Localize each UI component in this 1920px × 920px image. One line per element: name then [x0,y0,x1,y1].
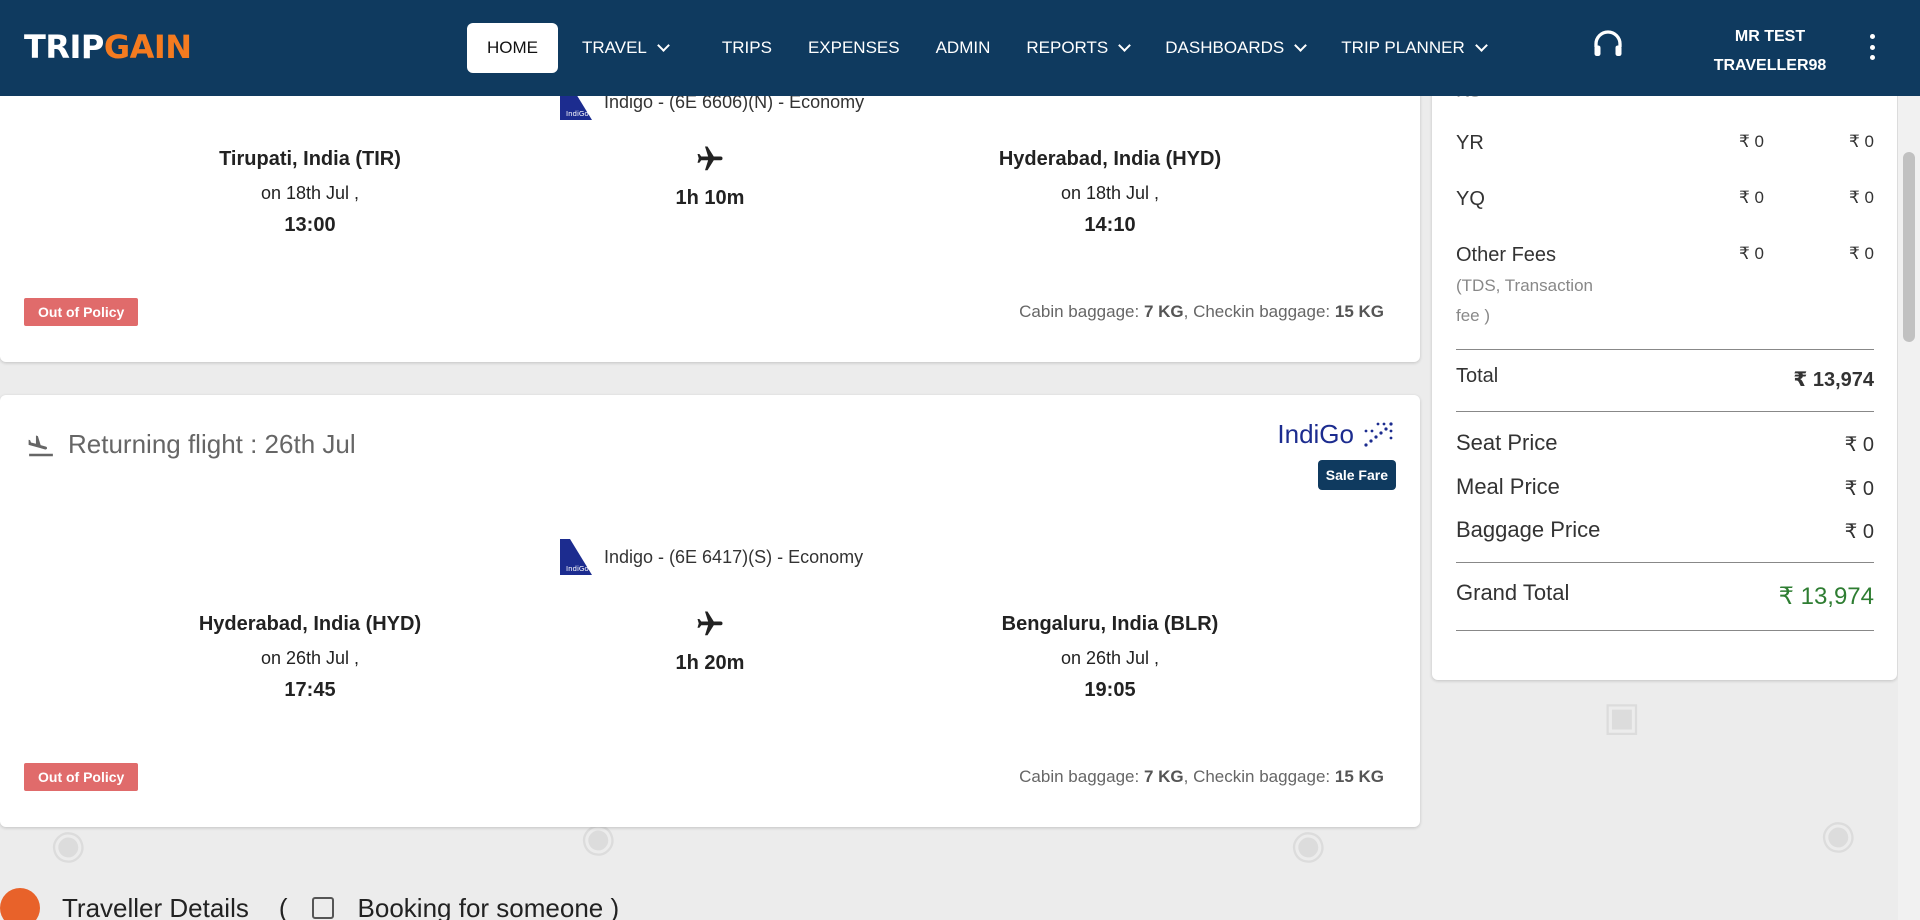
chevron-down-icon [1118,39,1132,52]
chevron-down-icon [1474,39,1488,52]
chevron-down-icon [1294,39,1308,52]
returning-duration: 1h 20m [640,609,780,675]
returning-departure: Hyderabad, India (HYD) on 26th Jul , 17:… [198,613,422,701]
svg-text:IndiGo: IndiGo [566,565,589,573]
onward-flight-card: IndiGo Indigo - (6E 6606)(N) - Economy T… [0,60,1420,362]
airplane-icon [697,611,723,636]
nav-trips[interactable]: TRIPS [704,23,790,73]
nav-travel[interactable]: TRAVEL [564,23,686,73]
indigo-airline-logo: IndiGo [1277,417,1396,451]
flight-land-icon [28,435,53,456]
svg-text:IndiGo: IndiGo [566,110,589,118]
fare-row-yq: YQ ₹ 0 ₹ 0 [1456,188,1874,210]
fare-summary-panel: K3 YR ₹ 0 ₹ 0 YQ ₹ 0 ₹ 0 Other Fees (TDS… [1432,60,1897,680]
chevron-down-icon [657,39,670,52]
fare-row-yr: YR ₹ 0 ₹ 0 [1456,132,1874,154]
tripgain-logo[interactable]: TRIPGAIN [24,28,192,66]
fare-total: Total ₹ 13,974 [1456,365,1874,391]
nav-expenses[interactable]: EXPENSES [790,23,918,73]
fare-seat-price: Seat Price ₹ 0 [1456,430,1874,456]
page-scrollbar[interactable] [1898,96,1920,920]
indigo-tail-icon: IndiGo [560,539,592,575]
indigo-plane-dots-icon [1364,422,1393,447]
fare-baggage-price: Baggage Price ₹ 0 [1456,517,1874,543]
fare-grand-total: Grand Total ₹ 13,974 [1456,580,1874,610]
more-options-icon[interactable] [1864,34,1880,60]
airplane-icon [697,146,723,171]
onward-arrival: Hyderabad, India (HYD) on 18th Jul , 14:… [998,148,1222,236]
out-of-policy-badge: Out of Policy [24,763,139,791]
nav-admin[interactable]: ADMIN [918,23,1009,73]
sale-fare-badge: Sale Fare [1317,460,1396,490]
nav-trip-planner[interactable]: TRIP PLANNER [1323,23,1503,73]
divider [1456,411,1874,412]
out-of-policy-badge: Out of Policy [24,298,139,326]
watermark-camera-icon: ◉ [1814,808,1861,862]
returning-baggage-info: Cabin baggage: 7 KG, Checkin baggage: 15… [1019,767,1384,786]
fare-row-other-fees: Other Fees (TDS, Transaction fee ) ₹ 0 ₹… [1456,244,1874,325]
scrollbar-thumb[interactable] [1903,152,1915,342]
returning-airline-info: IndiGo Indigo - (6E 6417)(S) - Economy [556,537,863,577]
returning-flight-title: Returning flight : 26th Jul [26,429,356,460]
divider [1456,630,1874,631]
headset-support-icon[interactable] [1590,26,1626,62]
nav-reports[interactable]: REPORTS [1008,23,1147,73]
divider [1456,349,1874,350]
main-nav: HOME TRAVEL TRIPS EXPENSES ADMIN REPORTS… [467,23,1504,73]
returning-arrival: Bengaluru, India (BLR) on 26th Jul , 19:… [1001,613,1219,701]
onward-duration: 1h 10m [640,144,780,210]
booking-for-someone-checkbox[interactable] [311,897,334,919]
top-navbar: TRIPGAIN HOME TRAVEL TRIPS EXPENSES ADMI… [0,0,1920,96]
returning-flight-card: Returning flight : 26th Jul IndiGo Sale … [0,395,1420,827]
nav-home[interactable]: HOME [467,23,558,73]
watermark-image-icon: ▣ [1603,695,1641,739]
traveller-details-header: Traveller Details ( Booking for someone … [0,888,619,920]
onward-departure: Tirupati, India (TIR) on 18th Jul , 13:0… [219,148,401,236]
onward-baggage-info: Cabin baggage: 7 KG, Checkin baggage: 15… [1019,302,1384,321]
fare-meal-price: Meal Price ₹ 0 [1456,474,1874,500]
nav-dashboards[interactable]: DASHBOARDS [1147,23,1323,73]
divider [1456,562,1874,563]
user-icon [0,888,40,920]
user-menu[interactable]: MR TEST TRAVELLER98 [1700,22,1840,80]
